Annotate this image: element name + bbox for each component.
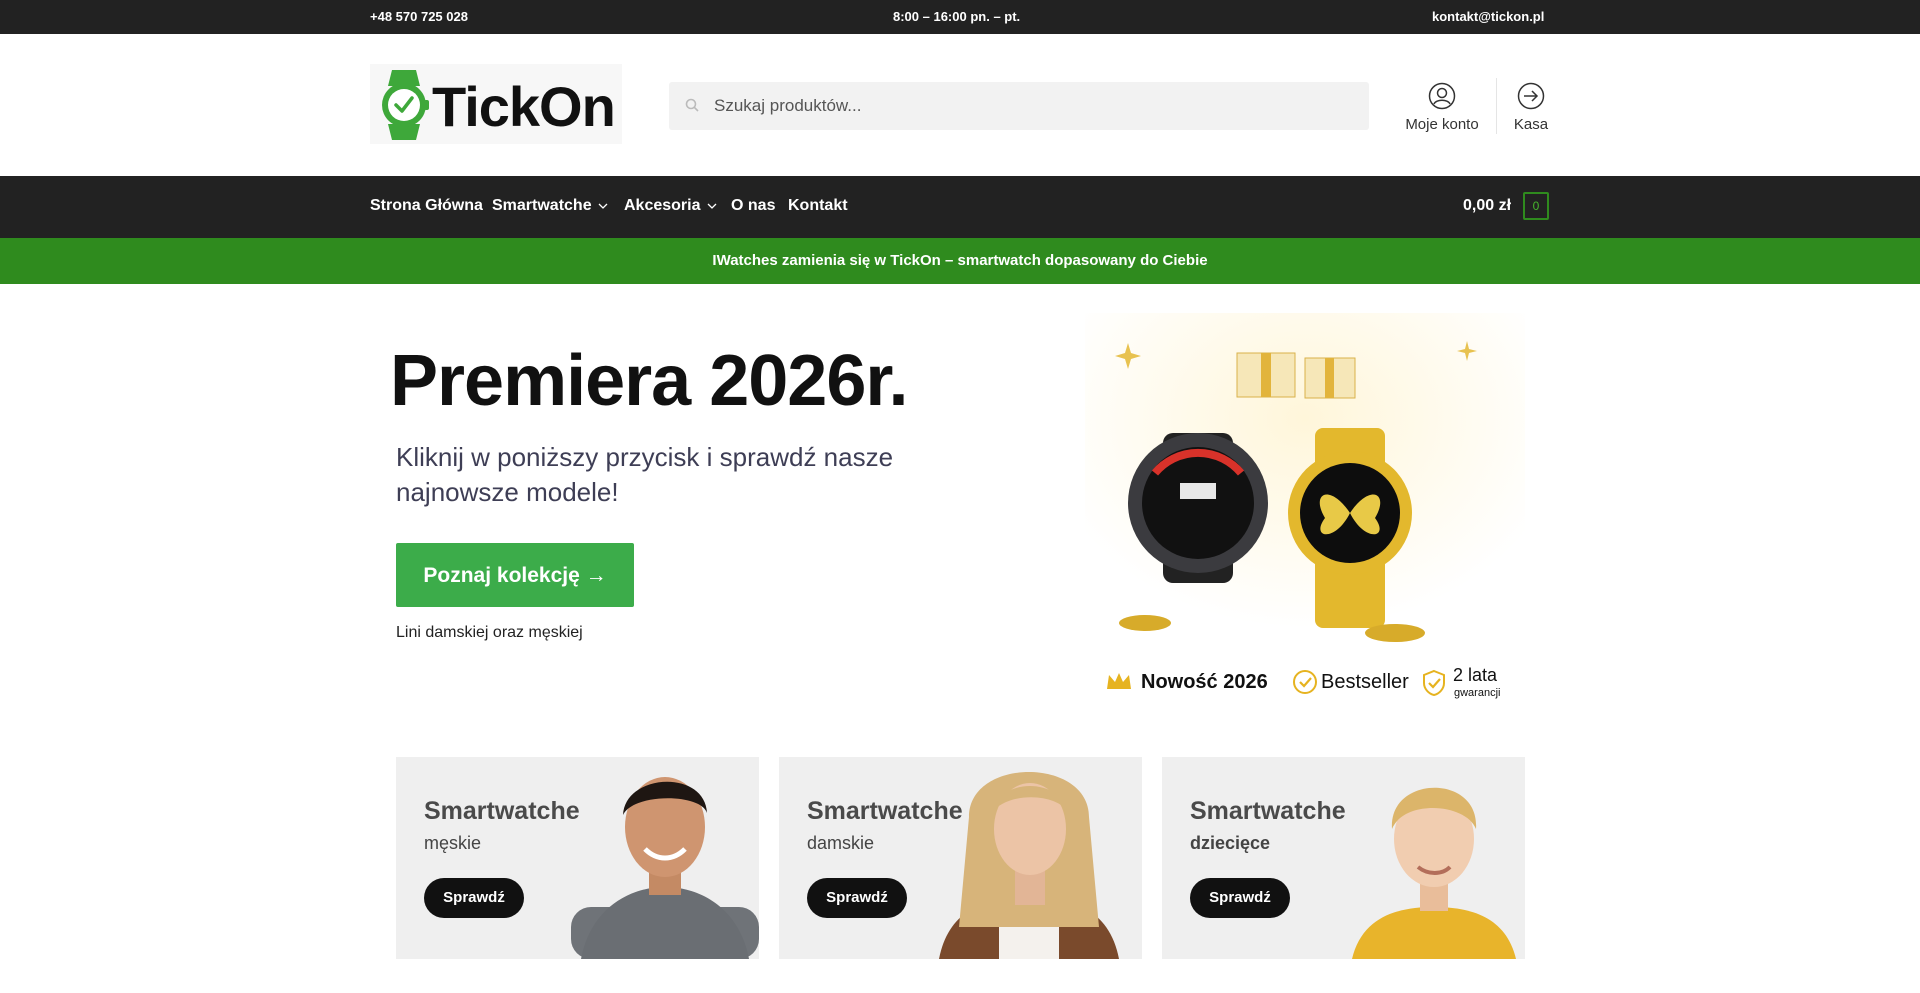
logo-text: TickOn — [432, 75, 616, 138]
man-portrait-image — [571, 777, 759, 959]
check-button-women[interactable]: Sprawdź — [807, 878, 907, 918]
category-subtitle: damskie — [807, 833, 875, 853]
category-title: Smartwatche — [424, 797, 580, 825]
checkout-link[interactable]: Kasa — [1510, 82, 1552, 133]
shield-check-icon — [1423, 669, 1445, 697]
search-input[interactable]: Szukaj produktów... — [714, 96, 861, 116]
site-logo[interactable]: TickOn — [370, 64, 622, 144]
badge-bestseller: Bestseller — [1321, 671, 1409, 693]
nav-smartwatches[interactable]: Smartwatche — [492, 197, 608, 215]
nav-home[interactable]: Strona Główna — [370, 197, 483, 215]
cart-count-badge[interactable]: 0 — [1523, 192, 1549, 220]
search-bar[interactable]: Szukaj produktów... — [669, 82, 1369, 130]
check-button-kids[interactable]: Sprawdź — [1190, 878, 1290, 918]
badge-warranty-years: 2 lata — [1453, 665, 1498, 685]
smartwatches-illustration — [1085, 313, 1525, 663]
category-card-kids[interactable]: Smartwatche dziecięce Sprawdź — [1162, 757, 1525, 959]
explore-collection-button[interactable]: Poznaj kolekcję → — [396, 543, 634, 607]
user-icon — [1428, 82, 1456, 110]
nav-accessories[interactable]: Akcesoria — [624, 197, 717, 215]
main-navigation: Strona Główna Smartwatche Akcesoria O na… — [0, 176, 1920, 238]
cart-total[interactable]: 0,00 zł — [1463, 197, 1511, 215]
check-badge-icon — [1293, 670, 1317, 694]
arrow-right-circle-icon — [1517, 82, 1545, 110]
category-subtitle: dziecięce — [1190, 833, 1271, 853]
my-account-label: Moje konto — [1405, 116, 1479, 133]
my-account-link[interactable]: Moje konto — [1404, 82, 1480, 133]
phone-number[interactable]: +48 570 725 028 — [370, 9, 468, 24]
child-portrait-image — [1352, 787, 1516, 959]
chevron-down-icon — [598, 203, 608, 209]
header-divider — [1496, 78, 1497, 134]
category-title: Smartwatche — [1190, 797, 1346, 825]
nav-about[interactable]: O nas — [731, 197, 775, 215]
product-badges: Nowość 2026 Bestseller 2 lata gwarancji — [1085, 661, 1525, 701]
category-subtitle: męskie — [424, 833, 482, 853]
site-header: TickOn Szukaj produktów... Moje konto Ka… — [0, 34, 1920, 176]
checkout-label: Kasa — [1513, 116, 1549, 133]
category-card-women[interactable]: Smartwatche damskie Sprawdź — [779, 757, 1142, 959]
contact-email[interactable]: kontakt@tickon.pl — [1432, 9, 1544, 24]
hero-subtitle: Kliknij w poniższy przycisk i sprawdź na… — [396, 442, 894, 507]
opening-hours: 8:00 – 16:00 pn. – pt. — [893, 9, 1021, 24]
woman-portrait-image — [939, 772, 1119, 959]
search-icon — [685, 98, 699, 112]
crown-icon — [1107, 673, 1131, 689]
badge-new: Nowość 2026 — [1141, 671, 1268, 693]
check-button-men[interactable]: Sprawdź — [424, 878, 524, 918]
promo-banner: IWatches zamienia się w TickOn – smartwa… — [0, 238, 1920, 284]
hero-title: Premiera 2026r. — [390, 341, 908, 421]
chevron-down-icon — [707, 203, 716, 209]
watch-logo-icon — [382, 70, 429, 140]
nav-contact[interactable]: Kontakt — [788, 197, 848, 215]
cta-note: Lini damskiej oraz męskiej — [396, 624, 583, 641]
top-info-bar: +48 570 725 028 8:00 – 16:00 pn. – pt. k… — [0, 0, 1920, 34]
nav-smartwatches-label: Smartwatche — [492, 197, 592, 214]
category-card-men[interactable]: Smartwatche męskie Sprawdź — [396, 757, 759, 959]
nav-accessories-label: Akcesoria — [624, 197, 701, 214]
badge-warranty-label: gwarancji — [1454, 687, 1501, 699]
hero-product-image[interactable]: Nowość 2026 Bestseller 2 lata gwarancji — [1085, 313, 1525, 703]
